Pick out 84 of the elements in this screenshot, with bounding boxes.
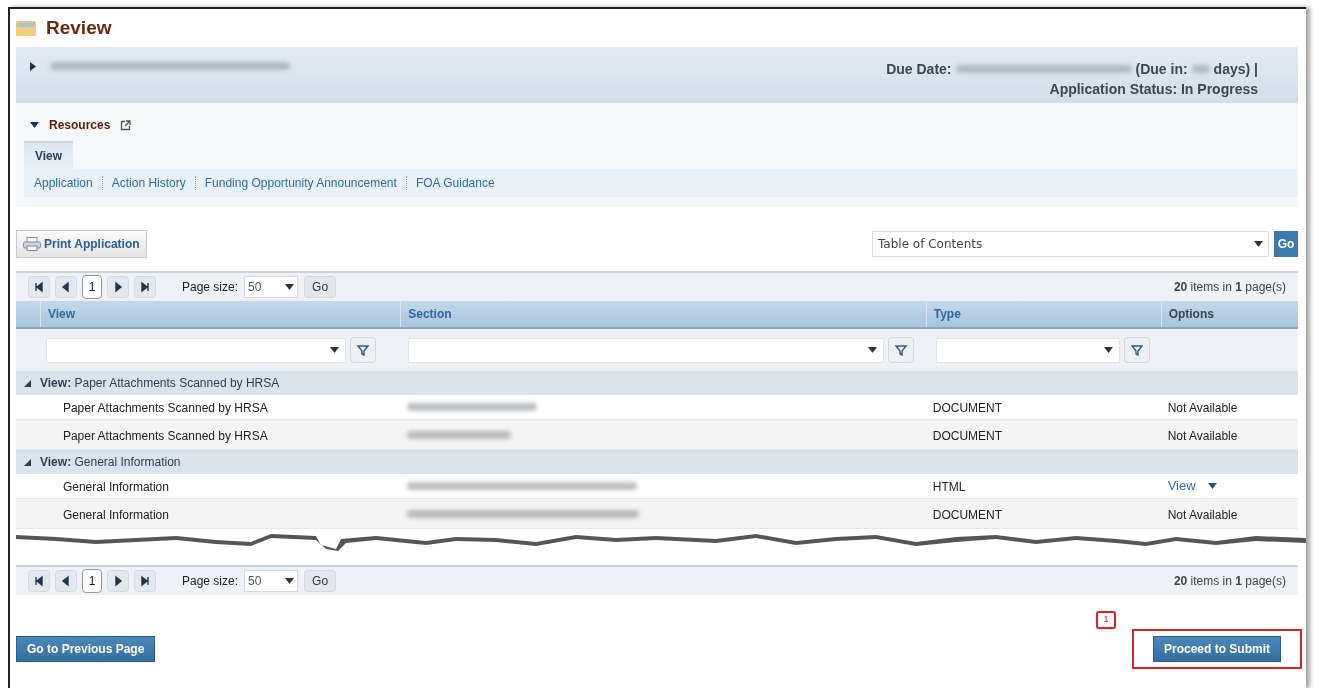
- previous-icon: [60, 281, 72, 293]
- filter-button[interactable]: [350, 337, 376, 363]
- due-date-label: Due Date:: [886, 60, 952, 79]
- view-menu-button[interactable]: View: [1167, 476, 1217, 496]
- caret-icon: [868, 347, 877, 353]
- last-page-button[interactable]: [134, 276, 156, 298]
- proceed-to-submit-button[interactable]: Proceed to Submit: [1153, 636, 1281, 662]
- resources-title[interactable]: Resources: [49, 116, 111, 134]
- next-icon: [112, 575, 124, 587]
- section-select[interactable]: Table of Contents: [872, 231, 1269, 257]
- table-cell: HTML: [932, 480, 966, 494]
- page-size-label: Page size:: [182, 573, 239, 590]
- first-page-button[interactable]: [28, 570, 50, 592]
- resource-link[interactable]: Action History: [111, 174, 186, 192]
- go-to-previous-page-button[interactable]: Go to Previous Page: [16, 636, 156, 662]
- table-cell: Paper Attachments Scanned by HRSA: [62, 401, 268, 415]
- filter-field[interactable]: [408, 337, 884, 363]
- caret-icon: [285, 284, 295, 290]
- resource-link[interactable]: Funding Opportunity Announcement: [204, 174, 397, 192]
- column-header[interactable]: Section: [408, 305, 452, 323]
- view-tab[interactable]: View: [24, 141, 74, 169]
- table-cell: Not Available: [1167, 401, 1238, 415]
- go-button[interactable]: Go: [304, 570, 337, 592]
- first-page-button[interactable]: [28, 276, 50, 298]
- caret-icon: [1207, 483, 1217, 489]
- first-page-icon: [33, 281, 45, 293]
- page-title: Review: [46, 15, 112, 40]
- page-size-select[interactable]: 50: [244, 570, 299, 592]
- print-application-button[interactable]: Print Application: [16, 230, 147, 258]
- caret-icon: [1254, 241, 1263, 247]
- table-cell: General Information: [62, 480, 169, 494]
- expand-triangle-icon[interactable]: [30, 62, 36, 71]
- first-page-icon: [33, 575, 45, 587]
- filter-field[interactable]: [936, 337, 1120, 363]
- table-cell: DOCUMENT: [932, 401, 1003, 415]
- page-size-select[interactable]: 50: [244, 276, 299, 298]
- caret-icon: [1104, 347, 1113, 353]
- page-size-label: Page size:: [182, 279, 239, 296]
- filter-field[interactable]: [46, 337, 346, 363]
- item-count: 20 items in 1 page(s): [1173, 573, 1286, 590]
- filter-button[interactable]: [888, 337, 914, 363]
- item-count: 20 items in 1 page(s): [1173, 279, 1286, 296]
- next-page-button[interactable]: [107, 570, 129, 592]
- due-in-days: days) |: [1213, 59, 1258, 79]
- collapse-triangle-icon[interactable]: [24, 379, 31, 387]
- last-page-icon: [139, 281, 151, 293]
- filter-icon: [895, 344, 907, 356]
- table-cell: DOCUMENT: [932, 428, 1003, 443]
- collapse-triangle-icon[interactable]: [24, 458, 31, 466]
- table-cell: Not Available: [1167, 428, 1238, 443]
- filter-icon: [1131, 344, 1143, 356]
- previous-icon: [60, 575, 72, 587]
- previous-page-button[interactable]: [55, 276, 77, 298]
- table-cell: Not Available: [1167, 507, 1238, 522]
- resource-link[interactable]: FOA Guidance: [415, 174, 495, 192]
- due-in-label: (Due in:: [1135, 60, 1188, 79]
- column-header[interactable]: View: [47, 305, 76, 323]
- table-cell: General Information: [62, 507, 169, 522]
- page-number[interactable]: 1: [82, 569, 102, 593]
- table-cell: Paper Attachments Scanned by HRSA: [62, 428, 268, 443]
- group-header: View: Paper Attachments Scanned by HRSA: [40, 375, 280, 392]
- next-icon: [112, 281, 124, 293]
- callout-badge: 1: [1096, 611, 1116, 629]
- last-page-button[interactable]: [134, 570, 156, 592]
- application-status: Application Status: In Progress: [1049, 80, 1258, 99]
- printer-icon: [23, 237, 41, 251]
- next-page-button[interactable]: [107, 276, 129, 298]
- last-page-icon: [139, 575, 151, 587]
- column-header: Options: [1168, 306, 1214, 323]
- go-button[interactable]: Go: [1274, 231, 1298, 257]
- filter-icon: [357, 344, 369, 356]
- go-button[interactable]: Go: [304, 276, 337, 298]
- caret-icon: [285, 578, 295, 584]
- filter-button[interactable]: [1124, 337, 1150, 363]
- external-link-icon[interactable]: [120, 119, 132, 131]
- column-header[interactable]: Type: [933, 305, 961, 323]
- resource-link[interactable]: Application: [34, 174, 93, 192]
- table-cell: DOCUMENT: [932, 507, 1003, 522]
- caret-icon: [330, 347, 339, 353]
- page-number[interactable]: 1: [82, 275, 102, 299]
- group-header: View: General Information: [40, 454, 181, 471]
- redacted-text: [1191, 65, 1210, 73]
- collapse-triangle-icon[interactable]: [30, 122, 39, 128]
- previous-page-button[interactable]: [55, 570, 77, 592]
